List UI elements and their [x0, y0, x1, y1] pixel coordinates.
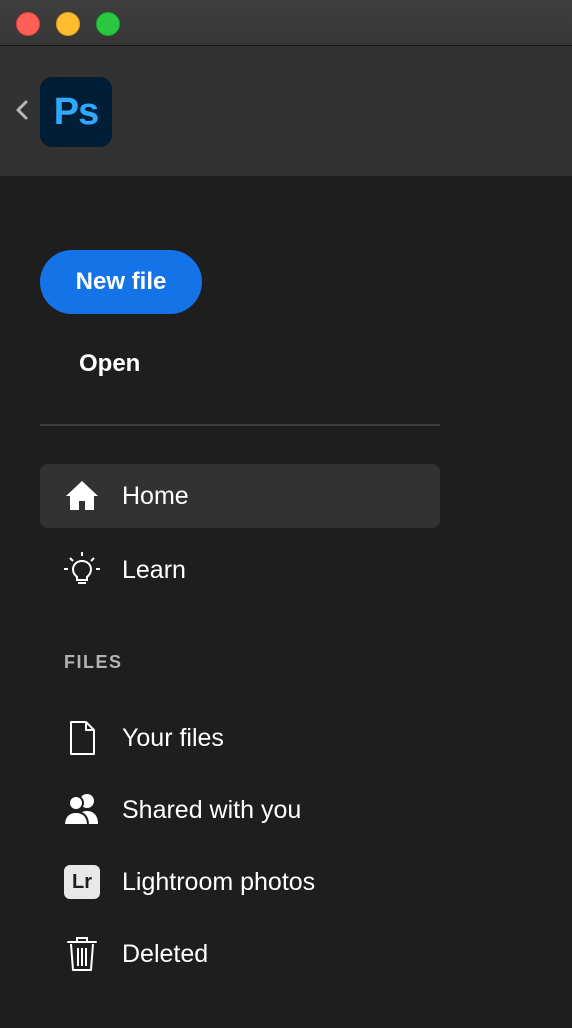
nav-item-label: Home: [122, 481, 189, 510]
lightbulb-icon: [62, 550, 102, 590]
nav-item-deleted[interactable]: Deleted: [40, 922, 440, 986]
app-header: Ps: [0, 46, 572, 176]
nav-item-lightroom[interactable]: Lr Lightroom photos: [40, 850, 440, 914]
home-icon: [62, 476, 102, 516]
app-window: Ps New file Open Home Learn FILES Your f…: [0, 0, 572, 1028]
photoshop-logo: Ps: [40, 77, 112, 147]
open-button[interactable]: Open: [79, 346, 140, 382]
nav-item-shared[interactable]: Shared with you: [40, 778, 440, 842]
new-file-button[interactable]: New file: [40, 250, 202, 314]
file-icon: [62, 718, 102, 758]
lightroom-badge: Lr: [64, 865, 100, 899]
nav-item-label: Your files: [122, 723, 224, 752]
nav-item-learn[interactable]: Learn: [40, 538, 440, 602]
window-zoom-button[interactable]: [96, 12, 120, 36]
sidebar: New file Open Home Learn FILES Your file…: [0, 176, 572, 1028]
nav-item-your-files[interactable]: Your files: [40, 706, 440, 770]
nav-item-label: Learn: [122, 555, 186, 584]
divider: [40, 424, 440, 426]
photoshop-logo-text: Ps: [53, 90, 99, 133]
window-minimize-button[interactable]: [56, 12, 80, 36]
nav-item-label: Lightroom photos: [122, 867, 316, 896]
nav-item-label: Deleted: [122, 939, 209, 968]
chevron-left-icon[interactable]: [12, 98, 32, 122]
trash-icon: [62, 934, 102, 974]
window-close-button[interactable]: [16, 12, 40, 36]
files-section-header: FILES: [64, 652, 123, 672]
users-icon: [62, 790, 102, 830]
lightroom-icon: Lr: [62, 862, 102, 902]
nav-item-home[interactable]: Home: [40, 464, 440, 528]
nav-item-label: Shared with you: [122, 795, 302, 824]
window-titlebar: [0, 0, 572, 46]
